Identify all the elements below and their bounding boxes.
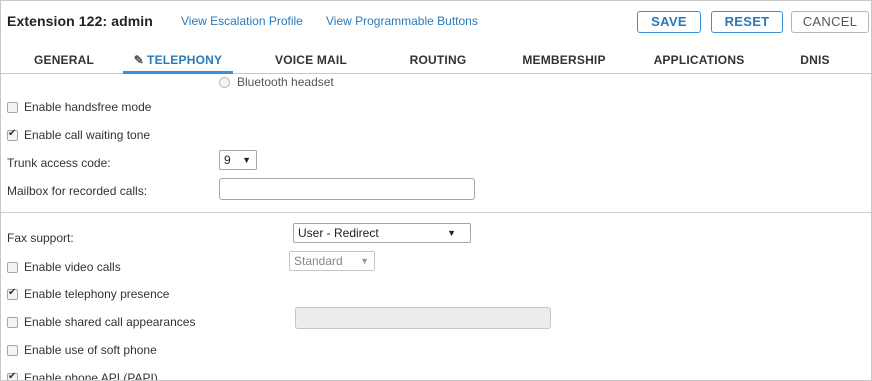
tab-label: ROUTING	[409, 53, 467, 67]
shared-call-label: Enable shared call appearances	[24, 315, 196, 329]
tab-label: MEMBERSHIP	[522, 53, 606, 67]
tab-membership[interactable]: MEMBERSHIP	[511, 45, 617, 73]
telephony-presence-row: Enable telephony presence	[7, 287, 169, 301]
tab-label: VOICE MAIL	[274, 53, 347, 67]
soft-phone-checkbox[interactable]	[7, 345, 18, 356]
extension-settings-panel: Extension 122: admin View Escalation Pro…	[0, 0, 872, 381]
tab-bar: GENERAL ✎ TELEPHONY VOICE MAIL ROUTING ME…	[1, 45, 871, 74]
soft-phone-row: Enable use of soft phone	[7, 343, 157, 357]
shared-call-input[interactable]	[295, 307, 551, 329]
tab-voice-mail[interactable]: VOICE MAIL	[261, 45, 361, 73]
telephony-settings: Bluetooth headset Enable handsfree mode …	[1, 74, 871, 380]
shared-call-row: Enable shared call appearances	[7, 315, 195, 329]
header-bar: Extension 122: admin View Escalation Pro…	[1, 1, 871, 45]
triangle-down-icon: ▼	[242, 155, 251, 165]
trunk-access-select[interactable]: 9 ▼	[219, 150, 257, 170]
fax-support-select[interactable]: User - Redirect ▼	[293, 223, 471, 243]
mailbox-recorded-label: Mailbox for recorded calls:	[7, 184, 148, 198]
cancel-button[interactable]: CANCEL	[791, 11, 869, 33]
phone-api-checkbox[interactable]	[7, 371, 18, 380]
handsfree-row: Enable handsfree mode	[7, 100, 151, 114]
call-waiting-label: Enable call waiting tone	[24, 128, 151, 142]
save-button[interactable]: SAVE	[637, 11, 701, 33]
reset-button[interactable]: RESET	[711, 11, 783, 33]
tab-general[interactable]: GENERAL	[19, 45, 109, 73]
bluetooth-headset-label: Bluetooth headset	[237, 75, 334, 89]
page-title: Extension 122: admin	[7, 13, 153, 29]
mailbox-recorded-input[interactable]	[219, 178, 475, 200]
soft-phone-label: Enable use of soft phone	[24, 343, 157, 357]
bluetooth-headset-radio[interactable]	[219, 77, 230, 88]
tab-applications[interactable]: APPLICATIONS	[641, 45, 757, 73]
triangle-down-icon: ▼	[447, 228, 456, 238]
call-waiting-row: Enable call waiting tone	[7, 128, 150, 142]
section-divider	[1, 212, 871, 213]
trunk-access-label: Trunk access code:	[7, 156, 111, 170]
view-programmable-buttons-link[interactable]: View Programmable Buttons	[326, 14, 478, 28]
handsfree-label: Enable handsfree mode	[24, 100, 152, 114]
phone-api-row: Enable phone API (PAPI)	[7, 371, 158, 380]
video-calls-quality-select[interactable]: Standard ▼	[289, 251, 375, 271]
tab-label: GENERAL	[33, 53, 95, 67]
telephony-presence-checkbox[interactable]	[7, 287, 18, 300]
phone-api-label: Enable phone API (PAPI)	[24, 371, 158, 380]
handsfree-checkbox[interactable]	[7, 102, 18, 113]
video-calls-checkbox[interactable]	[7, 262, 18, 273]
telephony-presence-label: Enable telephony presence	[24, 287, 170, 301]
video-calls-row: Enable video calls	[7, 260, 121, 274]
tab-telephony[interactable]: ✎ TELEPHONY	[123, 45, 233, 74]
tab-label: DNIS	[800, 53, 830, 67]
call-waiting-checkbox[interactable]	[7, 128, 18, 141]
tab-label: TELEPHONY	[147, 53, 223, 67]
tab-routing[interactable]: ROUTING	[393, 45, 483, 73]
video-calls-label: Enable video calls	[24, 260, 121, 274]
fax-support-value: User - Redirect	[298, 226, 379, 240]
video-calls-quality-value: Standard	[294, 254, 343, 268]
view-escalation-profile-link[interactable]: View Escalation Profile	[181, 14, 303, 28]
pencil-icon: ✎	[133, 53, 145, 67]
triangle-down-icon: ▼	[360, 256, 369, 266]
shared-call-checkbox[interactable]	[7, 317, 18, 328]
trunk-access-value: 9	[224, 153, 231, 167]
tab-dnis[interactable]: DNIS	[785, 45, 845, 73]
fax-support-label: Fax support:	[7, 231, 74, 245]
tab-label: APPLICATIONS	[653, 53, 745, 67]
